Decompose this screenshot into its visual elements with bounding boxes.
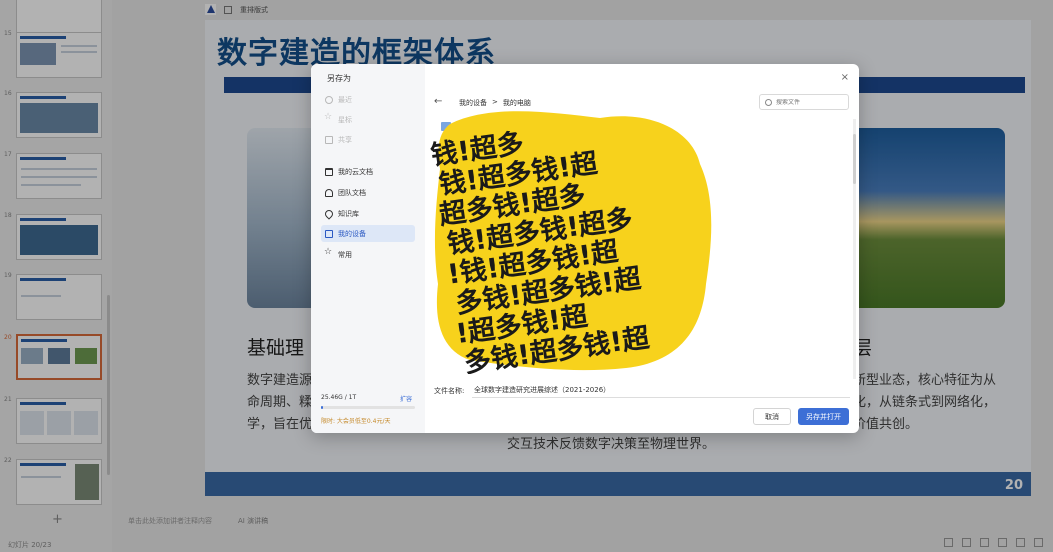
nav-item-label: 团队文档 xyxy=(338,188,366,197)
nav-item-favorites[interactable]: 常用 xyxy=(321,246,415,263)
filename-input[interactable] xyxy=(472,382,850,398)
storage-usage-bar xyxy=(321,406,415,409)
favorite-icon xyxy=(324,247,333,259)
nav-item-label: 常用 xyxy=(338,250,352,259)
nav-item-shared[interactable]: 共享 xyxy=(321,131,415,148)
nav-item-label: 共享 xyxy=(338,135,352,144)
nav-item-label: 星标 xyxy=(338,115,352,124)
nav-item-starred[interactable]: 星标 xyxy=(321,111,415,128)
nav-item-cloud-docs[interactable]: 我的云文档 xyxy=(321,163,415,180)
money-sticker-overlay: 钱!超多钱!超多钱!超超多钱!超多钱!超多钱!超多!钱!超多钱!超多钱!超多钱!… xyxy=(430,111,712,374)
search-box[interactable] xyxy=(759,94,849,110)
save-as-dialog: 另存为 最近 星标 共享 我的云文档 团队文档 知识库 我的设备 常用 25.4… xyxy=(311,64,859,433)
storage-usage-fill xyxy=(321,406,324,409)
clock-icon xyxy=(325,95,333,104)
storage-usage-text: 25.46G / 1T xyxy=(321,394,357,401)
search-input[interactable] xyxy=(776,98,844,106)
nav-item-my-device[interactable]: 我的设备 xyxy=(321,225,415,242)
device-icon xyxy=(325,229,333,238)
save-and-open-button[interactable]: 另存并打开 xyxy=(798,408,849,425)
pin-icon xyxy=(323,207,335,220)
nav-item-label: 我的设备 xyxy=(338,229,366,238)
dialog-sidebar: 另存为 最近 星标 共享 我的云文档 团队文档 知识库 我的设备 常用 25.4… xyxy=(311,64,425,433)
share-icon xyxy=(325,135,333,144)
team-icon xyxy=(325,188,333,197)
close-button[interactable]: × xyxy=(841,72,849,83)
folder-icon xyxy=(325,167,333,176)
filename-label: 文件名称: xyxy=(434,387,465,395)
search-icon xyxy=(765,98,772,106)
nav-item-knowledge-base[interactable]: 知识库 xyxy=(321,205,415,222)
nav-item-label: 最近 xyxy=(338,95,352,104)
nav-item-team-docs[interactable]: 团队文档 xyxy=(321,184,415,201)
expand-storage-link[interactable]: 扩容 xyxy=(400,394,412,403)
star-icon xyxy=(324,112,333,124)
nav-item-label: 我的云文档 xyxy=(338,167,373,176)
nav-item-recent[interactable]: 最近 xyxy=(321,91,415,108)
cancel-button[interactable]: 取消 xyxy=(753,408,791,425)
file-list-scroll-thumb[interactable] xyxy=(853,134,856,184)
dialog-title: 另存为 xyxy=(327,74,351,83)
nav-item-label: 知识库 xyxy=(338,209,359,218)
promo-text[interactable]: 限时: 大会员低至0.4元/天 xyxy=(321,416,391,425)
